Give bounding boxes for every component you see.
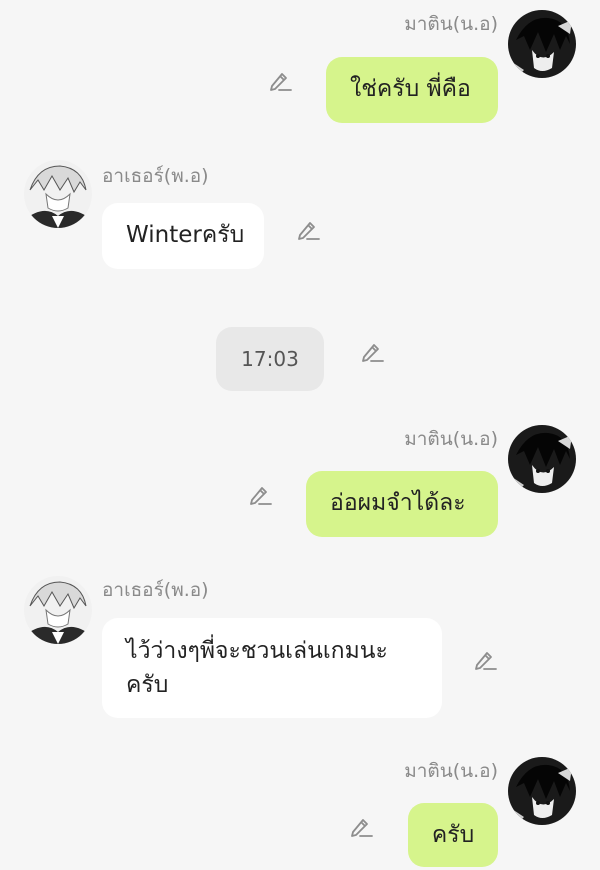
message-bubble-received[interactable]: ไว้ว่างๆพี่จะชวนเล่นเกมนะครับ <box>102 618 442 718</box>
message-bubble-sent[interactable]: ครับ <box>408 803 498 867</box>
pencil-icon[interactable] <box>295 216 321 242</box>
chat-log: มาติน(น.อ) ใช่ครับ พี่คือ อาเธอร์(พ.อ) W… <box>0 0 600 870</box>
avatar[interactable] <box>508 10 576 78</box>
sender-name: มาติน(น.อ) <box>404 13 498 35</box>
sender-name: อาเธอร์(พ.อ) <box>102 165 209 187</box>
message-bubble-received[interactable]: Winterครับ <box>102 203 264 269</box>
avatar[interactable] <box>24 160 92 228</box>
pencil-icon[interactable] <box>348 813 374 839</box>
avatar[interactable] <box>508 425 576 493</box>
avatar[interactable] <box>24 576 92 644</box>
pencil-icon[interactable] <box>247 481 273 507</box>
avatar[interactable] <box>508 757 576 825</box>
pencil-icon[interactable] <box>267 67 293 93</box>
pencil-icon[interactable] <box>472 646 498 672</box>
sender-name: อาเธอร์(พ.อ) <box>102 579 209 601</box>
message-bubble-sent[interactable]: อ่อผมจำได้ละ <box>306 471 498 537</box>
sender-name: มาติน(น.อ) <box>404 428 498 450</box>
pencil-icon[interactable] <box>359 338 385 364</box>
sender-name: มาติน(น.อ) <box>404 760 498 782</box>
message-bubble-sent[interactable]: ใช่ครับ พี่คือ <box>326 57 498 123</box>
timestamp-bubble: 17:03 <box>216 327 324 391</box>
